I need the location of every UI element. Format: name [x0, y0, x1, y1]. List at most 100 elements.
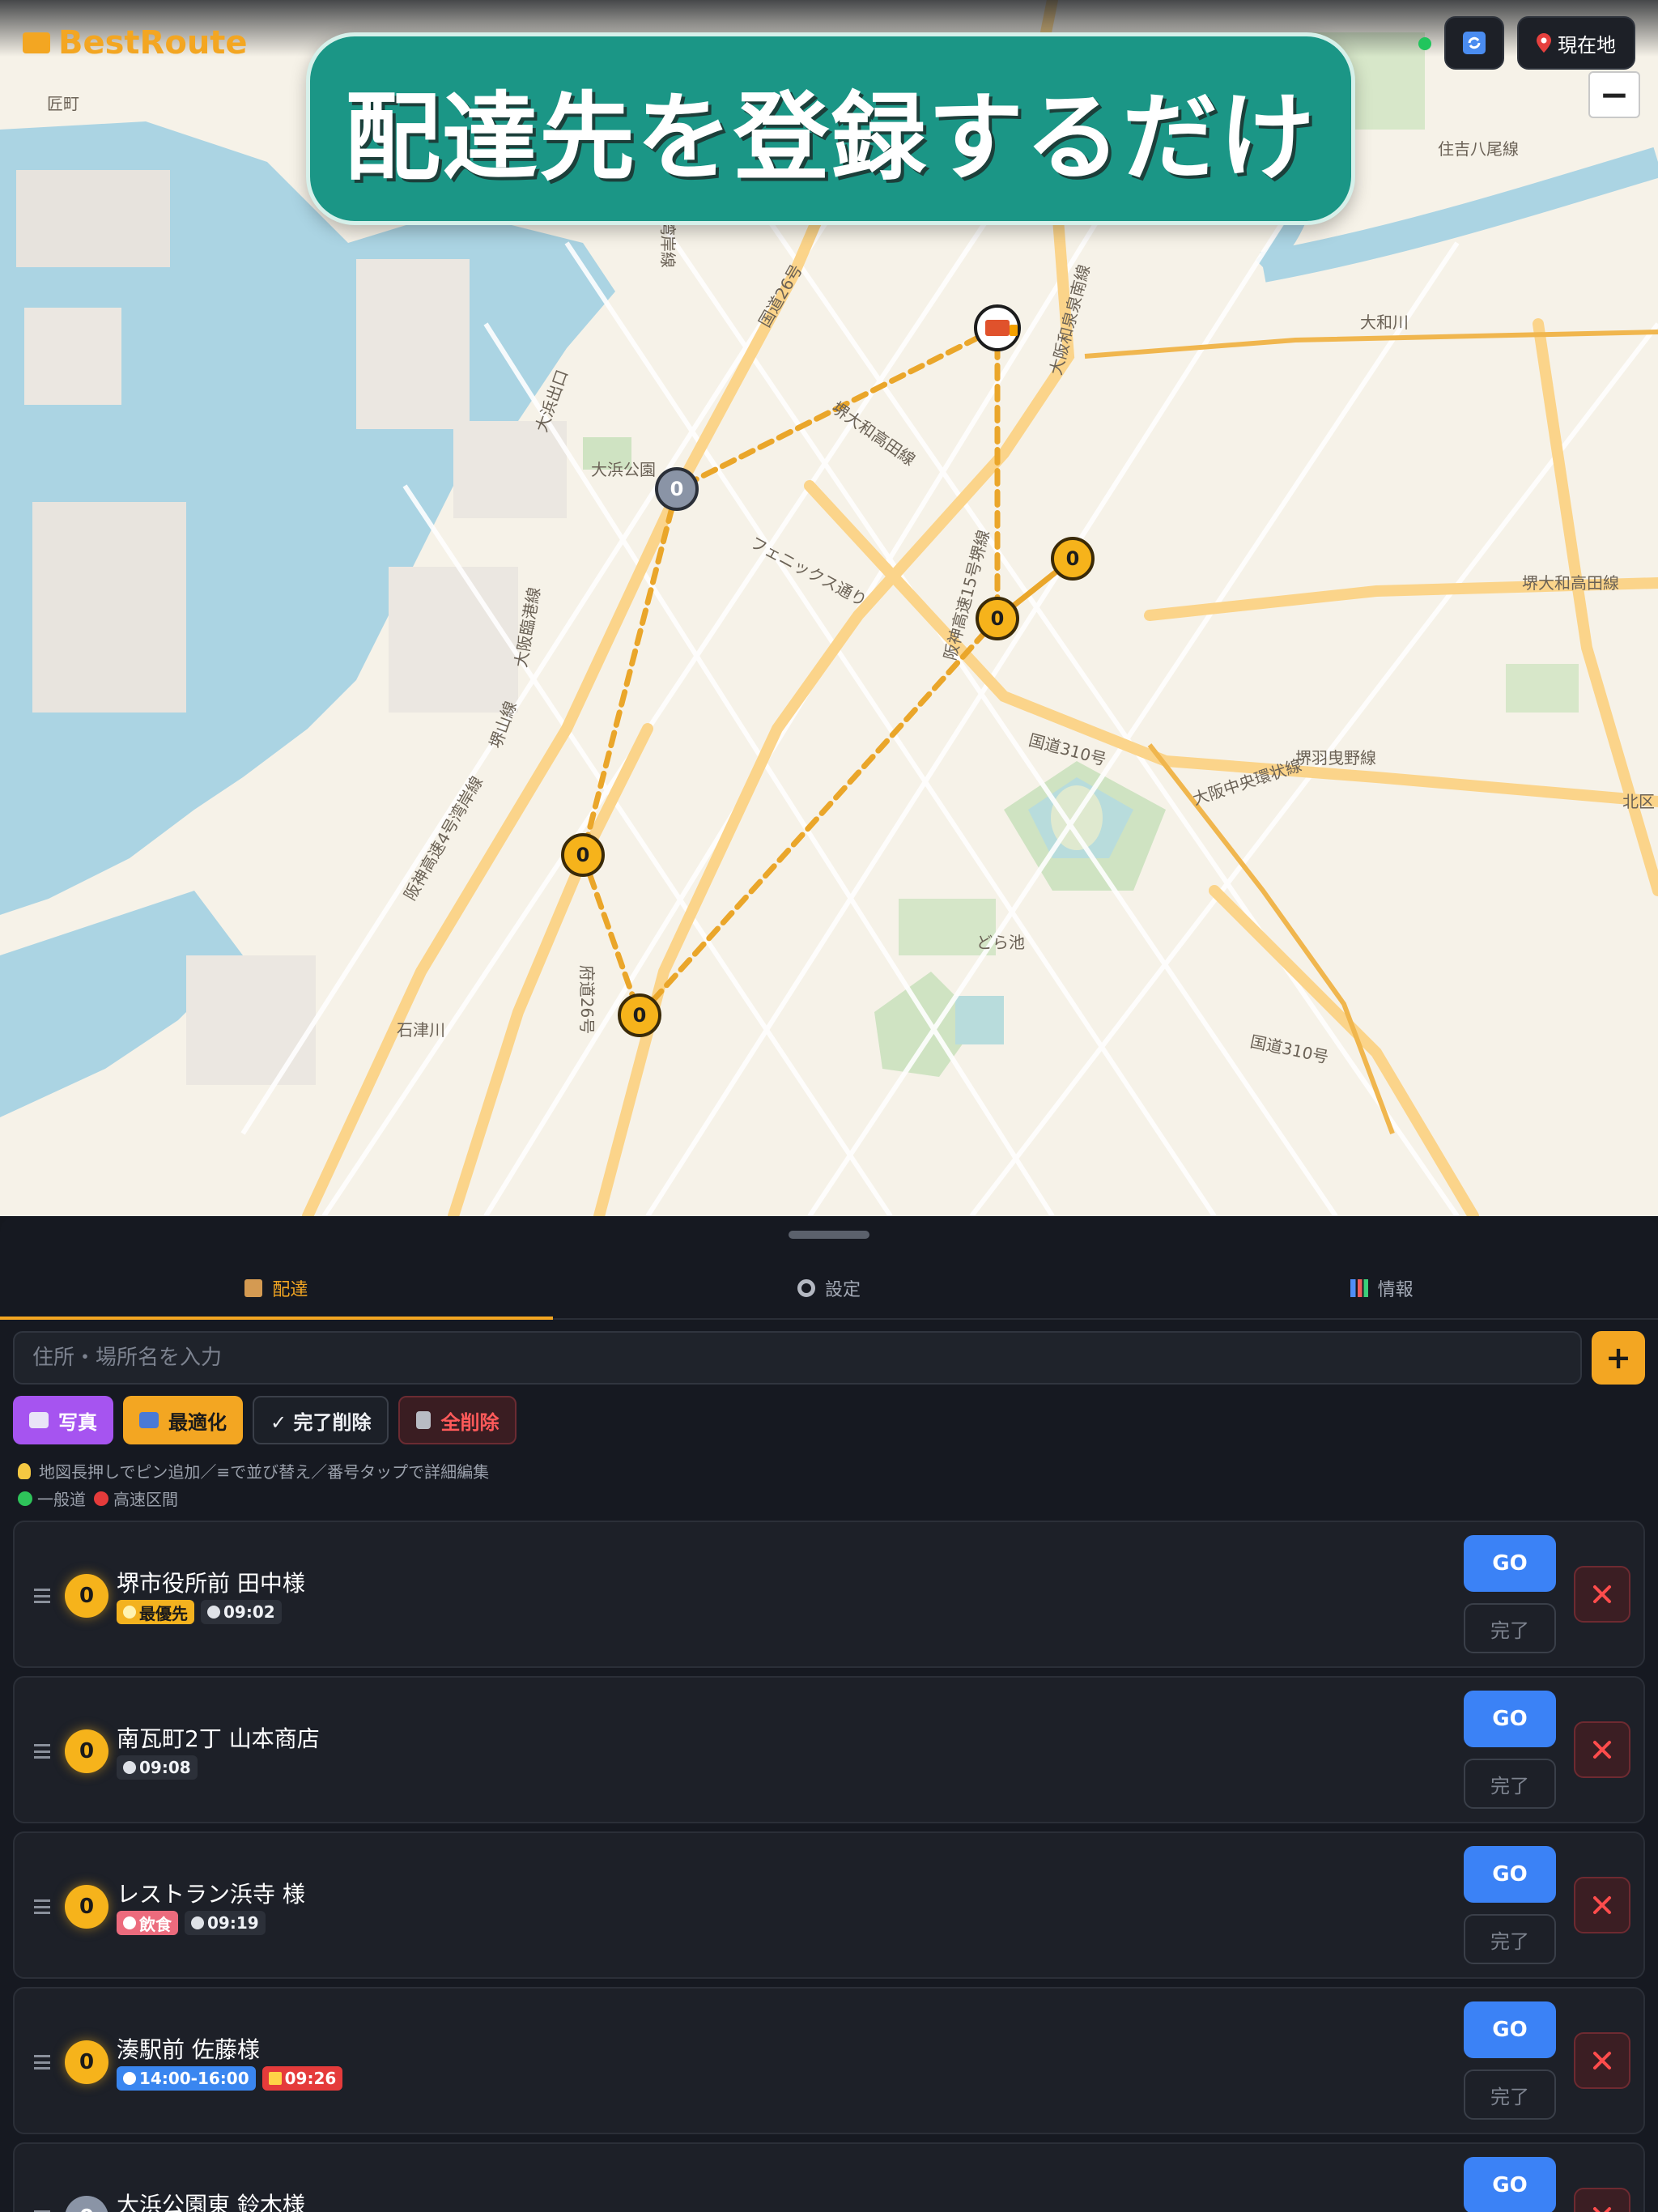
go-button[interactable]: GO	[1464, 2157, 1556, 2212]
promo-banner: 配達先を登録するだけ	[306, 32, 1355, 225]
zoom-out-button[interactable]: −	[1588, 71, 1640, 118]
complete-button[interactable]: 完了	[1464, 1603, 1556, 1653]
delivery-card[interactable]: 0 レストラン浜寺 様 飲食 09:19 GO 完了	[13, 1831, 1645, 1979]
delivery-name: 堺市役所前 田中様	[117, 1570, 305, 1597]
complete-button[interactable]: 完了	[1464, 1914, 1556, 1964]
prio-tag: 最優先	[117, 1600, 194, 1624]
time-tag: 09:02	[201, 1600, 282, 1624]
warn-tag: 09:26	[261, 2066, 343, 2091]
delivery-card[interactable]: 0 堺市役所前 田中様 最優先 09:02 GO 完了	[13, 1521, 1645, 1668]
time-tag: 09:19	[185, 1911, 266, 1935]
star-icon	[123, 1606, 136, 1619]
map-label: 大和川	[1360, 313, 1409, 332]
delivery-tags: 最優先 09:02	[117, 1600, 282, 1624]
tab-label: 設定	[825, 1280, 861, 1300]
drag-handle-icon[interactable]	[34, 1899, 50, 1914]
route-pin[interactable]: 0	[1051, 537, 1095, 581]
delivery-name: 湊駅前 佐藤様	[117, 2036, 260, 2063]
tag-text: 09:02	[223, 1602, 275, 1622]
map-label: 府道26号	[577, 964, 597, 1035]
optimize-button[interactable]: 最適化	[123, 1396, 243, 1444]
route-pin[interactable]: 0	[976, 597, 1019, 640]
green-dot-icon	[18, 1491, 32, 1506]
tag-text: 最優先	[139, 1603, 188, 1623]
close-icon	[1593, 1585, 1611, 1603]
vehicle-location-marker[interactable]	[974, 304, 1021, 351]
drag-handle-icon[interactable]	[34, 1744, 50, 1759]
truck-icon	[985, 320, 1018, 336]
route-map[interactable]: 匠町 住吉八尾線 大和川 阪神高速4号湾岸線 国道26号 阪神高速15号堺線 大…	[0, 0, 1658, 1216]
delivery-tags: 飲食 09:19	[117, 1911, 266, 1935]
warning-icon	[268, 2072, 282, 2085]
map-label: 堺羽曳野線	[1295, 748, 1376, 768]
promo-banner-text: 配達先を登録するだけ	[344, 81, 1316, 194]
current-location-button[interactable]: 現在地	[1517, 16, 1635, 70]
tag-text: 09:08	[139, 1758, 191, 1777]
stop-number-badge[interactable]: 0	[65, 2040, 108, 2084]
drag-handle-icon[interactable]	[34, 2055, 50, 2069]
tab-info[interactable]: 情報	[1105, 1258, 1658, 1318]
tab-delivery[interactable]: 配達	[0, 1258, 553, 1320]
route-pin[interactable]: 0	[655, 467, 699, 511]
go-button[interactable]: GO	[1464, 1846, 1556, 1903]
window-tag: 14:00-16:00	[117, 2066, 256, 2091]
route-pin[interactable]: 0	[618, 993, 661, 1037]
clock-icon	[191, 1916, 204, 1929]
refresh-button[interactable]	[1444, 16, 1504, 70]
legend-highway: 高速区間	[113, 1490, 178, 1509]
stop-number-badge[interactable]: 0	[65, 1885, 108, 1929]
stop-number-badge[interactable]: 0	[65, 1729, 108, 1773]
route-legend: 一般道 高速区間	[18, 1487, 178, 1510]
gear-icon	[797, 1279, 815, 1297]
tab-label: 情報	[1377, 1280, 1414, 1300]
connection-status-dot	[1418, 37, 1431, 50]
usage-hint: 地図長押しでピン追加／≡で並び替え／番号タップで詳細編集	[18, 1459, 489, 1482]
photo-button[interactable]: 写真	[13, 1396, 113, 1444]
route-pin[interactable]: 0	[561, 833, 605, 877]
delivery-name: 大浜公園東 鈴木様	[117, 2192, 305, 2212]
clock-icon	[207, 1606, 220, 1619]
camera-icon	[29, 1412, 49, 1428]
close-icon	[1593, 2052, 1611, 2069]
delivery-card[interactable]: 0 南瓦町2丁 山本商店 09:08 GO 完了	[13, 1676, 1645, 1823]
stop-number-badge[interactable]: 0	[65, 2196, 108, 2212]
delivery-card[interactable]: 0 大浜公園東 鈴木様 GO 完了	[13, 2142, 1645, 2212]
add-destination-button[interactable]: +	[1592, 1331, 1645, 1385]
tag-text: 09:19	[207, 1913, 259, 1933]
remove-delivery-button[interactable]	[1574, 1877, 1630, 1933]
tag-text: 14:00-16:00	[139, 2069, 249, 2088]
delete-all-button[interactable]: 全削除	[398, 1396, 517, 1444]
shuffle-icon	[139, 1412, 159, 1428]
package-icon	[244, 1279, 263, 1297]
remove-delivery-button[interactable]	[1574, 1566, 1630, 1623]
refresh-icon	[1463, 32, 1486, 54]
trash-icon	[416, 1411, 432, 1429]
delete-all-label: 全削除	[440, 1410, 500, 1434]
clear-completed-button[interactable]: ✓ 完了削除	[253, 1396, 389, 1444]
go-button[interactable]: GO	[1464, 1535, 1556, 1592]
sheet-drag-handle[interactable]	[789, 1231, 869, 1239]
legend-normal-road: 一般道	[37, 1490, 86, 1509]
map-label: 石津川	[397, 1020, 445, 1040]
map-label: 北区	[1622, 792, 1655, 811]
photo-label: 写真	[58, 1410, 97, 1434]
drag-handle-icon[interactable]	[34, 1589, 50, 1603]
food-icon	[123, 1916, 136, 1929]
go-button[interactable]: GO	[1464, 1691, 1556, 1747]
complete-button[interactable]: 完了	[1464, 2069, 1556, 2120]
remove-delivery-button[interactable]	[1574, 1721, 1630, 1778]
app-logo: BestRoute	[23, 24, 248, 62]
complete-button[interactable]: 完了	[1464, 1759, 1556, 1809]
tag-text: 09:26	[284, 2069, 337, 2088]
red-dot-icon	[94, 1491, 108, 1506]
current-location-label: 現在地	[1558, 33, 1616, 57]
remove-delivery-button[interactable]	[1574, 2188, 1630, 2212]
go-button[interactable]: GO	[1464, 2001, 1556, 2058]
tab-settings[interactable]: 設定	[553, 1258, 1106, 1318]
remove-delivery-button[interactable]	[1574, 2032, 1630, 2089]
address-search-input[interactable]	[13, 1331, 1582, 1385]
bar-chart-icon	[1350, 1279, 1368, 1297]
stop-number-badge[interactable]: 0	[65, 1574, 108, 1618]
delivery-card[interactable]: 0 湊駅前 佐藤様 14:00-16:00 09:26 GO 完了	[13, 1987, 1645, 2134]
clock-icon	[123, 2072, 136, 2085]
